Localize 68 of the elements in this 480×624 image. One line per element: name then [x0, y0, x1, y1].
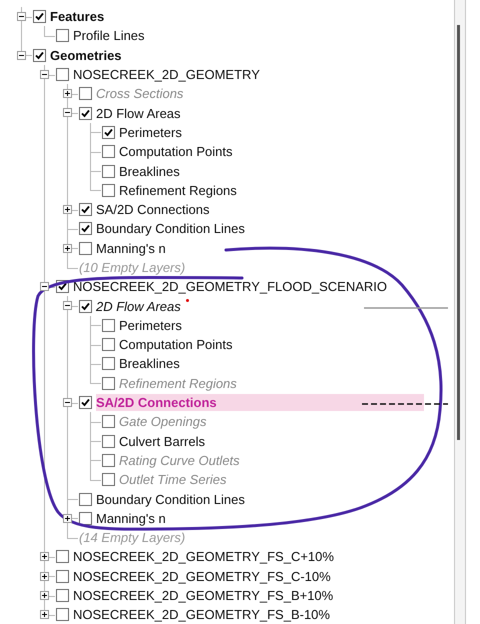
checkbox[interactable]	[56, 589, 69, 602]
expand-icon[interactable]	[40, 610, 49, 620]
scrollbar-thumb[interactable]	[457, 25, 460, 440]
layer-label[interactable]: SA/2D Connections	[96, 201, 454, 218]
layer-label[interactable]: NOSECREEK_2D_GEOMETRY	[73, 66, 454, 84]
collapse-icon[interactable]	[63, 301, 72, 310]
checkbox[interactable]	[102, 164, 115, 178]
layer-label[interactable]: Refinement Regions	[119, 182, 454, 199]
checkbox[interactable]	[102, 338, 115, 352]
collapse-icon[interactable]	[63, 398, 72, 407]
modified-dot-icon	[186, 298, 189, 302]
layer-label[interactable]: Computation Points	[119, 143, 454, 160]
collapse-icon[interactable]	[63, 108, 72, 118]
checkbox[interactable]	[79, 203, 92, 216]
checkbox[interactable]	[56, 570, 69, 583]
checkbox[interactable]	[79, 396, 92, 410]
layer-label[interactable]: Profile Lines	[73, 27, 454, 44]
layer-label[interactable]: Boundary Condition Lines	[96, 220, 454, 238]
layer-label[interactable]: Perimeters	[119, 316, 454, 334]
checkbox[interactable]	[79, 300, 92, 313]
checkbox[interactable]	[102, 145, 115, 158]
expand-icon[interactable]	[63, 244, 72, 253]
expand-icon[interactable]	[63, 514, 72, 523]
expand-icon[interactable]	[40, 552, 49, 562]
checkbox[interactable]	[33, 48, 46, 62]
checkbox[interactable]	[79, 222, 92, 236]
expand-icon[interactable]	[40, 572, 49, 581]
checkbox[interactable]	[79, 242, 92, 255]
checkbox[interactable]	[102, 434, 115, 448]
layer-label[interactable]: NOSECREEK_2D_GEOMETRY_FS_B-10%	[73, 606, 454, 624]
empty-layers-note: (14 Empty Layers)	[79, 530, 186, 546]
empty-layers-note: (10 Empty Layers)	[79, 260, 186, 275]
collapse-icon[interactable]	[17, 12, 26, 21]
collapse-icon[interactable]	[17, 50, 26, 60]
layer-label[interactable]: Perimeters	[119, 124, 454, 141]
layer-label[interactable]: 2D Flow Areas	[96, 104, 454, 122]
layer-label[interactable]: SA/2D Connections	[96, 394, 424, 412]
checkbox[interactable]	[56, 29, 69, 42]
layer-label[interactable]: 2D Flow Areas	[96, 298, 454, 315]
checkbox[interactable]	[102, 318, 115, 332]
layer-label[interactable]: Boundary Condition Lines	[96, 490, 454, 508]
scrollbar[interactable]	[454, 0, 466, 624]
checkbox[interactable]	[102, 126, 115, 139]
checkbox[interactable]	[102, 357, 115, 370]
layer-label[interactable]: Culvert Barrels	[119, 432, 454, 450]
checkbox[interactable]	[102, 184, 115, 197]
checkbox[interactable]	[56, 68, 69, 82]
layer-label[interactable]: Computation Points	[119, 336, 454, 354]
checkbox[interactable]	[56, 608, 69, 622]
checkbox[interactable]	[33, 10, 46, 24]
layer-label[interactable]: Breaklines	[119, 355, 454, 372]
expand-icon[interactable]	[63, 204, 72, 214]
checkbox[interactable]	[56, 550, 69, 564]
layer-label[interactable]: Geometries	[50, 46, 454, 64]
layer-label[interactable]: Breaklines	[119, 162, 454, 180]
layer-label[interactable]: Manning's n	[96, 510, 454, 527]
layer-label[interactable]: NOSECREEK_2D_GEOMETRY_FS_B+10%	[73, 587, 454, 604]
checkbox[interactable]	[79, 492, 92, 506]
layer-label[interactable]: NOSECREEK_2D_GEOMETRY_FS_C-10%	[73, 568, 454, 585]
layer-label[interactable]: Manning's n	[96, 240, 454, 257]
checkbox[interactable]	[79, 512, 92, 525]
layer-label[interactable]: NOSECREEK_2D_GEOMETRY_FS_C+10%	[73, 548, 454, 566]
collapse-icon[interactable]	[40, 70, 49, 79]
checkbox[interactable]	[79, 106, 92, 120]
expand-icon[interactable]	[40, 590, 49, 600]
collapse-icon[interactable]	[40, 282, 49, 292]
layer-label[interactable]: Features	[50, 8, 454, 26]
layer-label[interactable]: NOSECREEK_2D_GEOMETRY_FLOOD_SCENARIO	[73, 278, 454, 296]
